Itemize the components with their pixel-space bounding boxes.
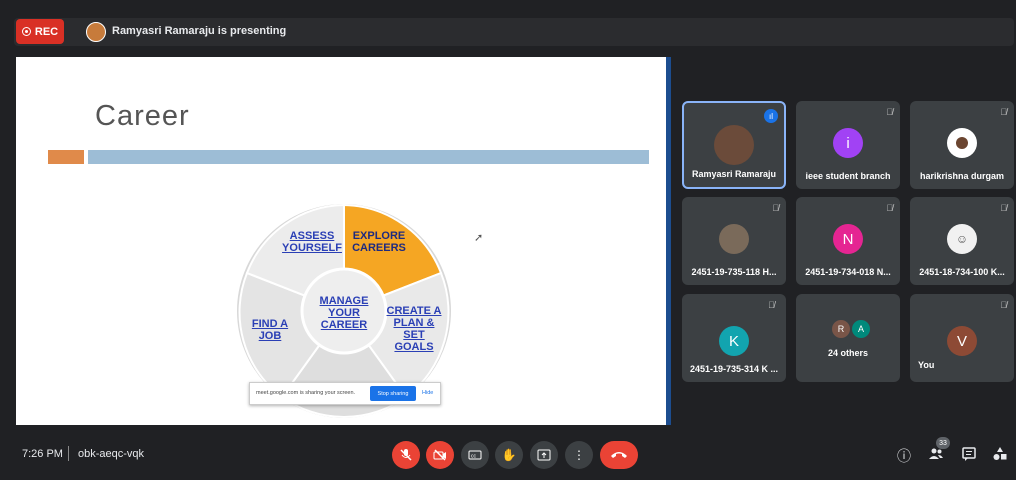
avatar: K [719,326,749,356]
participant-tile[interactable]: 🎙̸ i ieee student branch [796,101,900,189]
avatar: i [833,128,863,158]
mic-off-icon: 🎙̸ [772,203,779,213]
participant-name: Ramyasri Ramaraju [691,169,777,179]
mic-off-icon: 🎙̸ [1000,300,1007,310]
chat-icon [962,447,976,461]
activities-button[interactable] [992,446,1008,465]
more-options-button[interactable]: ⋮ [565,441,593,469]
avatar [714,125,754,165]
slide-accent-bar [48,150,84,164]
slide-title: Career [95,100,190,132]
current-time: 7:26 PM [22,448,63,460]
manage-career-link[interactable]: MANAGE YOUR CAREER [312,295,376,331]
raise-hand-button[interactable]: ✋ [495,441,523,469]
participant-name: 2451-18-734-100 K... [919,267,1005,277]
more-vert-icon: ⋮ [573,448,585,462]
microphone-toggle-button[interactable] [392,441,420,469]
hand-icon: ✋ [501,448,517,462]
participant-name: 2451-19-734-018 N... [805,267,891,277]
presenter-avatar [86,22,106,42]
self-tile[interactable]: 🎙̸ V You [910,294,1014,382]
avatar: N [833,224,863,254]
participant-tile[interactable]: 🎙̸ N 2451-19-734-018 N... [796,197,900,285]
avatar: V [947,326,977,356]
participant-name: ieee student branch [805,171,891,181]
speaking-indicator-icon: ıl [764,109,778,123]
meeting-details-button[interactable]: ⓘ [897,446,911,466]
participant-name: harikrishna durgam [919,171,1005,181]
info-icon: ⓘ [897,448,911,464]
participant-name: You [918,360,935,370]
mic-off-icon: 🎙̸ [886,203,893,213]
svg-text:cc: cc [471,454,477,460]
mic-off-icon [400,449,412,461]
share-notice-text: meet.google.com is sharing your screen. [256,390,356,396]
recording-badge: REC [16,19,64,44]
shared-screen-edge [666,57,671,425]
avatar: ☺ [947,224,977,254]
camera-toggle-button[interactable] [426,441,454,469]
explore-careers-label: EXPLORE CAREERS [352,230,406,254]
mouse-cursor-icon: ➚ [474,232,484,244]
captions-button[interactable]: cc [461,441,489,469]
present-now-button[interactable] [530,441,558,469]
participant-name: 2451-19-735-118 H... [691,267,777,277]
hide-button[interactable]: Hide [422,390,433,396]
avatar [947,128,977,158]
participant-name: 2451-19-735-314 K ... [689,364,779,374]
others-count: 24 others [827,348,869,358]
present-icon [537,449,551,461]
assess-yourself-link[interactable]: ASSESS YOURSELF [280,230,344,254]
mic-off-icon: 🎙̸ [1000,203,1007,213]
leave-call-button[interactable] [600,441,638,469]
find-job-link[interactable]: FIND A JOB [250,318,290,342]
participant-count-badge: 33 [936,437,950,449]
avatar [719,224,749,254]
captions-icon: cc [468,450,482,460]
rec-label: REC [34,25,59,38]
chat-button[interactable] [961,446,977,465]
stop-sharing-button[interactable]: Stop sharing [370,386,416,401]
mic-off-icon: 🎙̸ [886,107,893,117]
activities-icon [993,447,1007,460]
share-notice-bar: meet.google.com is sharing your screen. … [249,382,441,405]
slide-title-bar [88,150,649,164]
presenting-status: Ramyasri Ramaraju is presenting [112,25,287,37]
divider [68,446,69,461]
others-tile[interactable]: R A 24 others [796,294,900,382]
create-plan-link[interactable]: CREATE A PLAN & SET GOALS [384,305,444,353]
mic-off-icon: 🎙̸ [1000,107,1007,117]
avatar: R [832,320,850,338]
participant-tile[interactable]: 🎙̸ ☺ 2451-18-734-100 K... [910,197,1014,285]
hang-up-icon [611,452,627,458]
participant-tile[interactable]: 🎙̸ harikrishna durgam [910,101,1014,189]
avatar: A [852,320,870,338]
camera-off-icon [433,449,446,461]
participant-tile[interactable]: 🎙̸ K 2451-19-735-314 K ... [682,294,786,382]
participant-tile[interactable]: 🎙̸ 2451-19-735-118 H... [682,197,786,285]
meeting-code: obk-aeqc-vqk [78,448,145,460]
mic-off-icon: 🎙̸ [768,300,775,310]
participant-tile[interactable]: ıl Ramyasri Ramaraju [682,101,786,189]
record-icon [21,27,31,36]
